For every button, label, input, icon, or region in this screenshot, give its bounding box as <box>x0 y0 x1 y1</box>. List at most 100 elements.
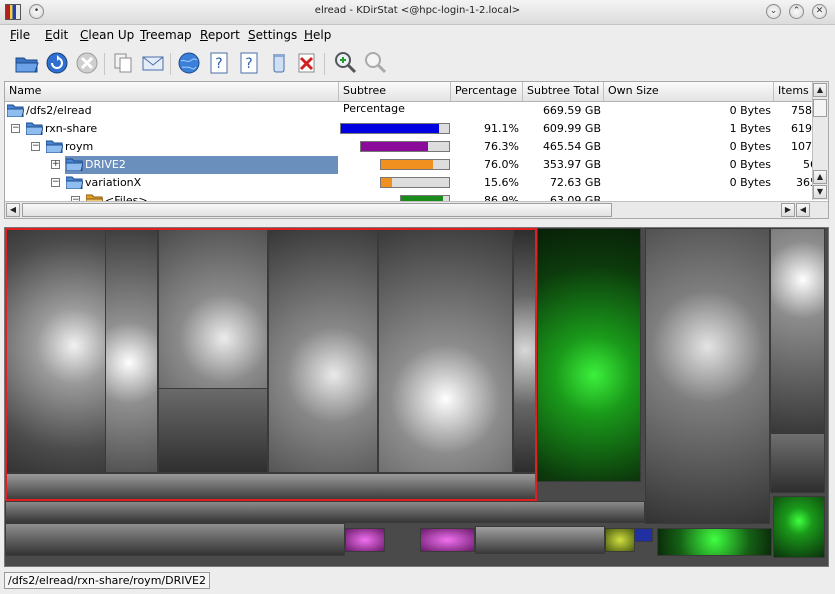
treemap-tile[interactable] <box>770 228 825 433</box>
treemap-tile-green[interactable] <box>537 228 641 482</box>
scroll-up-button[interactable]: ▲ <box>813 83 827 97</box>
scroll-left-button[interactable]: ◀ <box>6 203 20 217</box>
treemap-tile-olive[interactable] <box>605 528 635 552</box>
files-folder-icon <box>86 194 103 201</box>
scroll-up-button[interactable]: ▲ <box>813 170 827 184</box>
tree-row[interactable]: − <Files> 86.9% 63.09 GB <box>5 192 815 201</box>
column-header-name[interactable]: Name <box>5 82 339 101</box>
scroll-down-button[interactable]: ▼ <box>813 185 827 199</box>
treemap-tile-green[interactable] <box>773 496 825 558</box>
row-percentage: 76.0% <box>484 158 519 171</box>
copy-button[interactable] <box>110 50 136 76</box>
tree-header: Name Subtree Percentage Percentage Subtr… <box>5 82 815 115</box>
open-folder-button[interactable] <box>14 50 40 76</box>
row-subtree-total: 609.99 GB <box>542 122 601 135</box>
row-own-size: 0 Bytes <box>729 176 771 189</box>
tree-row[interactable]: − variationX 15.6% 72.63 GB 0 Bytes 365 <box>5 174 817 192</box>
tree-row[interactable]: /dfs2/elread 669.59 GB 0 Bytes 7585 <box>5 102 819 120</box>
close-button[interactable]: ✕ <box>812 4 827 19</box>
treemap-tile-magenta[interactable] <box>345 528 385 552</box>
zoom-in-icon <box>335 52 357 74</box>
column-header-subtree-total[interactable]: Subtree Total <box>523 82 604 101</box>
maximize-button[interactable]: ⌃ <box>789 4 804 19</box>
stop-icon <box>76 52 98 74</box>
collapse-icon[interactable]: − <box>31 142 40 151</box>
folder-open-icon <box>66 176 83 189</box>
globe-button[interactable] <box>176 50 202 76</box>
column-header-own-size[interactable]: Own Size <box>604 82 774 101</box>
help-icon: ? <box>210 52 228 74</box>
treemap-tile-magenta[interactable] <box>420 528 475 552</box>
collapse-icon[interactable]: − <box>11 124 20 133</box>
treemap-tile[interactable] <box>5 501 645 523</box>
column-header-subtree-percentage[interactable]: Subtree Percentage <box>339 82 451 115</box>
delete-icon <box>298 53 315 73</box>
horizontal-scrollbar[interactable]: ◀ ▶ ◀ <box>5 201 828 218</box>
treemap-tile-blue[interactable] <box>635 528 653 542</box>
folder-open-icon <box>66 158 83 171</box>
stop-button[interactable] <box>74 50 100 76</box>
treemap[interactable] <box>4 227 829 567</box>
row-name: DRIVE2 <box>85 158 126 171</box>
treemap-tile[interactable] <box>475 526 605 554</box>
tree-row-selected[interactable]: + DRIVE2 76.0% 353.97 GB 0 Bytes 56 <box>5 156 817 174</box>
refresh-button[interactable] <box>44 50 70 76</box>
treemap-tile-green[interactable] <box>657 528 772 556</box>
trash-button[interactable] <box>266 50 292 76</box>
scroll-thumb[interactable] <box>22 203 612 217</box>
mail-icon <box>142 56 164 71</box>
menu-clean-up[interactable]: Clean Up <box>80 28 134 42</box>
folder-open-icon <box>46 140 63 153</box>
menu-report[interactable]: Report <box>200 28 240 42</box>
column-header-items[interactable]: Items <box>774 82 815 101</box>
row-percentage: 15.6% <box>484 176 519 189</box>
directory-tree[interactable]: Name Subtree Percentage Percentage Subtr… <box>4 81 829 219</box>
tree-row[interactable]: − rxn-share 91.1% 609.99 GB 1 Bytes 6194 <box>5 120 819 138</box>
menu-settings[interactable]: Settings <box>248 28 297 42</box>
treemap-tile[interactable] <box>770 433 825 493</box>
scroll-right-button[interactable]: ▶ <box>781 203 795 217</box>
treemap-selection-frame <box>5 228 537 501</box>
zoom-out-button[interactable] <box>362 50 388 76</box>
row-own-size: 0 Bytes <box>729 140 771 153</box>
delete-button[interactable] <box>294 50 320 76</box>
minimize-button[interactable]: ⌄ <box>766 4 781 19</box>
menu-help[interactable]: Help <box>304 28 331 42</box>
menu-edit[interactable]: Edit <box>45 28 68 42</box>
menu-treemap[interactable]: Treemap <box>140 28 192 42</box>
title-bar: • elread - KDirStat <@hpc-login-1-2.loca… <box>0 0 835 25</box>
treemap-tile[interactable] <box>645 228 770 524</box>
status-bar-path: /dfs2/elread/rxn-share/roym/DRIVE2 <box>4 572 210 589</box>
row-own-size: 0 Bytes <box>729 104 771 117</box>
row-subtree-total: 353.97 GB <box>542 158 601 171</box>
expand-icon[interactable]: + <box>51 160 60 169</box>
row-name: roym <box>65 140 94 153</box>
help-button[interactable]: ? <box>206 50 232 76</box>
whats-this-button[interactable]: ? <box>236 50 262 76</box>
folder-open-icon <box>7 104 24 117</box>
zoom-in-button[interactable] <box>332 50 358 76</box>
row-name: rxn-share <box>45 122 98 135</box>
scroll-thumb[interactable] <box>813 99 827 117</box>
mail-button[interactable] <box>140 50 166 76</box>
vertical-scrollbar[interactable]: ▲ ▲ ▼ <box>812 82 828 200</box>
chevron-down-icon: ⌄ <box>769 6 778 16</box>
subtree-percentage-bar <box>340 123 450 134</box>
menu-file[interactable]: File <box>10 28 30 42</box>
menu-bar: File Edit Clean Up Treemap Report Settin… <box>0 25 835 45</box>
toolbar-separator <box>170 53 171 75</box>
scroll-left-button[interactable]: ◀ <box>796 203 810 217</box>
subtree-percentage-bar <box>360 141 450 152</box>
tree-row[interactable]: − roym 76.3% 465.54 GB 0 Bytes 1076 <box>5 138 819 156</box>
column-header-percentage[interactable]: Percentage <box>451 82 523 101</box>
collapse-icon[interactable]: − <box>51 178 60 187</box>
subtree-bar-fill <box>361 142 429 151</box>
window-title: elread - KDirStat <@hpc-login-1-2.local> <box>314 5 521 16</box>
treemap-tile[interactable] <box>5 523 345 556</box>
subtree-bar-fill <box>381 178 392 187</box>
splitter-handle[interactable] <box>4 220 829 226</box>
svg-text:?: ? <box>245 56 252 72</box>
trash-icon <box>273 54 285 73</box>
svg-text:?: ? <box>215 56 222 72</box>
whats-this-icon: ? <box>240 52 258 74</box>
